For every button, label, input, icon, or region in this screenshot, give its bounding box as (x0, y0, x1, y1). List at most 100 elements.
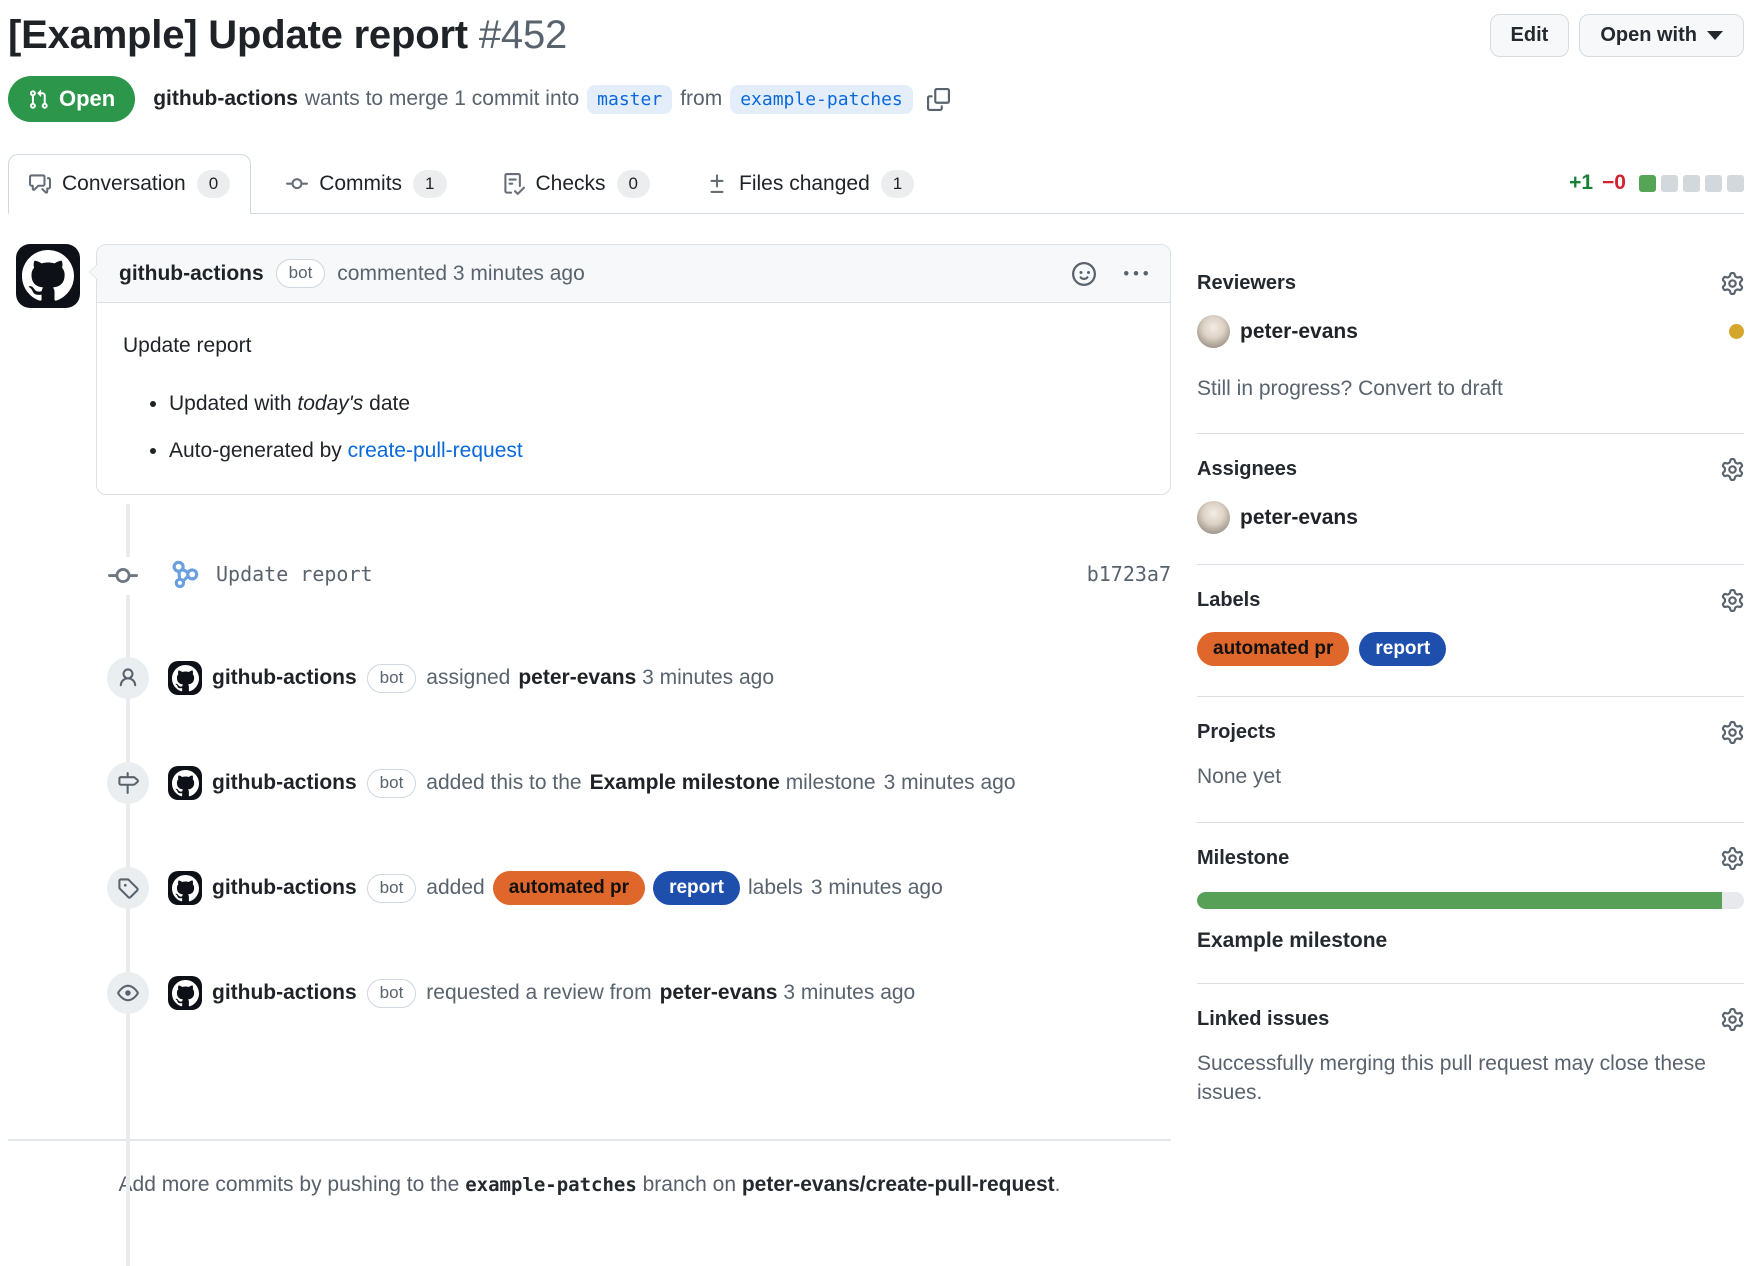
reviewer-name[interactable]: peter-evans (1240, 320, 1358, 344)
diffstat-additions: +1 (1569, 171, 1593, 195)
event-target[interactable]: peter-evans (518, 666, 636, 690)
meta-author[interactable]: github-actions (153, 87, 298, 111)
label-report[interactable]: report (1359, 632, 1446, 666)
reviewer-row: peter-evans (1197, 315, 1744, 348)
sidebar-linked-issues: Linked issues Successfully merging this … (1197, 984, 1744, 1138)
sidebar-milestone: Milestone Example milestone (1197, 823, 1744, 984)
event-author[interactable]: github-actions (212, 876, 357, 900)
diff-block-neutral (1661, 175, 1678, 192)
event-author[interactable]: github-actions (212, 666, 357, 690)
tab-commits[interactable]: Commits 1 (265, 154, 467, 214)
linked-issues-settings-gear[interactable] (1721, 1008, 1744, 1031)
comment-options-button[interactable] (1124, 262, 1148, 286)
comment-title: Update report (123, 331, 1144, 361)
gear-icon (1721, 272, 1744, 295)
sidebar-labels: Labels automated prreport (1197, 565, 1744, 697)
bot-badge: bot (367, 664, 417, 693)
event-text: assigned (426, 666, 510, 690)
tab-checks-label: Checks (536, 172, 606, 196)
head-branch-chip[interactable]: example-patches (730, 85, 913, 114)
commit-message[interactable]: Update report (216, 562, 373, 586)
labels-settings-gear[interactable] (1721, 589, 1744, 612)
peter-evans-avatar[interactable] (1197, 501, 1230, 534)
sidebar-reviewers: Reviewers peter-evans Still in progress?… (1197, 262, 1744, 434)
event-author[interactable]: github-actions (212, 771, 357, 795)
meta-from: from (680, 87, 722, 111)
edit-button[interactable]: Edit (1490, 14, 1570, 57)
assignee-name[interactable]: peter-evans (1240, 506, 1358, 530)
event-text-after: milestone (786, 771, 876, 795)
github-actions-avatar[interactable] (16, 244, 80, 308)
timeline-end-divider (8, 1139, 1171, 1141)
assignees-settings-gear[interactable] (1721, 458, 1744, 481)
tab-checks[interactable]: Checks 0 (482, 154, 672, 214)
event-target-milestone[interactable]: Example milestone (590, 771, 780, 795)
hint-pre: Still in progress? (1197, 377, 1358, 400)
diffstat-deletions: −0 (1602, 171, 1626, 195)
milestone-link[interactable]: Example milestone (1197, 929, 1387, 953)
copy-icon (927, 88, 950, 111)
milestone-settings-gear[interactable] (1721, 847, 1744, 870)
discussion-timeline: github-actions bot commented 3 minutes a… (8, 244, 1171, 1197)
linked-issues-text: Successfully merging this pull request m… (1197, 1049, 1707, 1108)
label-automated-pr[interactable]: automated pr (1197, 632, 1349, 666)
projects-settings-gear[interactable] (1721, 721, 1744, 744)
eye-icon (107, 972, 149, 1014)
tab-files-changed-count: 1 (881, 170, 914, 198)
edit-button-label: Edit (1511, 24, 1549, 47)
github-actions-avatar[interactable] (168, 766, 202, 800)
event-target[interactable]: peter-evans (660, 981, 778, 1005)
label-report[interactable]: report (653, 871, 740, 905)
open-with-label: Open with (1600, 24, 1697, 47)
commit-sha[interactable]: b1723a7 (1087, 562, 1171, 586)
bullet1-em: today's (297, 392, 363, 415)
workflow-bot-avatar[interactable] (168, 557, 202, 591)
projects-empty: None yet (1197, 762, 1744, 791)
tab-commits-label: Commits (319, 172, 402, 196)
pr-state-label: Open (59, 86, 115, 112)
event-review-requested: github-actions bot requested a review fr… (8, 969, 1171, 1017)
base-branch-chip[interactable]: master (587, 85, 672, 114)
event-time[interactable]: 3 minutes ago (783, 981, 915, 1005)
tab-files-changed[interactable]: Files changed 1 (685, 154, 935, 214)
event-assigned: github-actions bot assigned peter-evans … (8, 654, 1171, 702)
peter-evans-avatar[interactable] (1197, 315, 1230, 348)
assignees-heading: Assignees (1197, 458, 1297, 481)
create-pull-request-link[interactable]: create-pull-request (348, 439, 523, 462)
chevron-down-icon (1707, 31, 1723, 40)
copy-branch-button[interactable] (927, 88, 950, 111)
add-reaction-button[interactable] (1072, 262, 1096, 286)
event-text: added (426, 876, 484, 900)
reviewers-settings-gear[interactable] (1721, 272, 1744, 295)
linked-issues-heading: Linked issues (1197, 1008, 1329, 1031)
tab-files-changed-label: Files changed (739, 172, 870, 196)
event-author[interactable]: github-actions (212, 981, 357, 1005)
event-labels: automated prreport (493, 871, 748, 905)
meta-sentence: wants to merge 1 commit into (305, 87, 579, 111)
pr-number: #452 (479, 13, 567, 57)
github-actions-avatar[interactable] (168, 976, 202, 1010)
bot-badge: bot (367, 979, 417, 1008)
diffstat: +1 −0 (1569, 171, 1744, 213)
push-note-pre: Add more commits by pushing to the (119, 1173, 466, 1196)
gear-icon (1721, 458, 1744, 481)
event-time[interactable]: 3 minutes ago (642, 666, 774, 690)
label-automated-pr[interactable]: automated pr (493, 871, 645, 905)
event-time[interactable]: 3 minutes ago (884, 771, 1016, 795)
event-text: requested a review from (426, 981, 651, 1005)
bullet1-post: date (363, 392, 410, 415)
github-actions-avatar[interactable] (168, 661, 202, 695)
event-time[interactable]: 3 minutes ago (811, 876, 943, 900)
event-text: added this to the (426, 771, 581, 795)
pr-tabs: Conversation 0 Commits 1 Checks 0 Files … (8, 154, 1744, 214)
comment-action: commented 3 minutes ago (337, 262, 584, 286)
open-with-button[interactable]: Open with (1579, 14, 1744, 57)
github-actions-avatar[interactable] (168, 871, 202, 905)
comment-author[interactable]: github-actions (119, 262, 264, 286)
tab-conversation[interactable]: Conversation 0 (8, 154, 251, 214)
checks-icon (503, 173, 525, 195)
tab-checks-count: 0 (617, 170, 650, 198)
convert-to-draft-link[interactable]: Convert to draft (1358, 377, 1503, 400)
pull-request-icon (28, 89, 49, 110)
push-note-end: . (1055, 1173, 1061, 1196)
